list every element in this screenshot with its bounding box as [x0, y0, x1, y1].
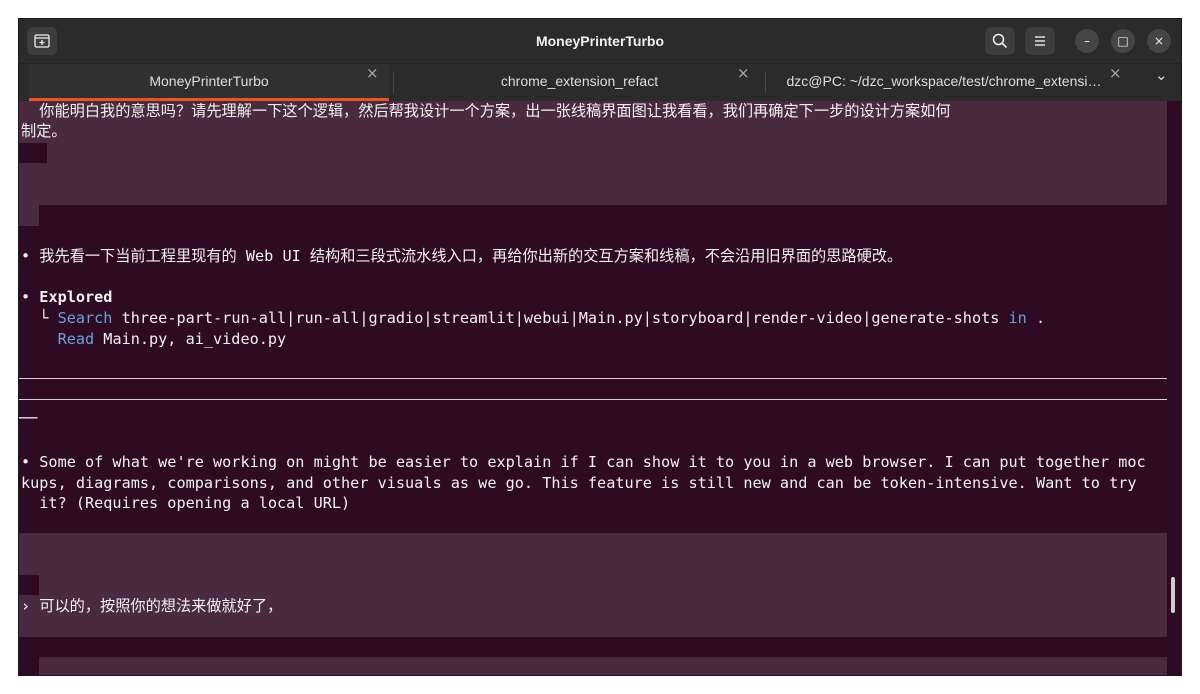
- tab-dzc-workspace[interactable]: dzc@PC: ~/dzc_workspace/test/chrome_exte…: [771, 64, 1117, 101]
- tab-bar: MoneyPrinterTurbo × chrome_extension_ref…: [19, 63, 1181, 101]
- minimize-icon: –: [1084, 34, 1090, 48]
- hamburger-menu-icon: [1035, 36, 1045, 46]
- user-message-block: [39, 657, 1167, 675]
- read-args: Main.py, ai_video.py: [94, 330, 287, 348]
- search-button[interactable]: [985, 27, 1015, 55]
- tab-divider: [393, 72, 394, 93]
- tab-close-icon[interactable]: ×: [1109, 64, 1122, 82]
- maximize-icon: □: [1117, 34, 1129, 48]
- tab-moneyprinterturbo[interactable]: MoneyPrinterTurbo: [29, 64, 389, 101]
- tab-label: MoneyPrinterTurbo: [149, 73, 269, 89]
- separator-fragment: ──: [19, 409, 38, 427]
- tab-chrome-extension-refact[interactable]: chrome_extension_refact: [397, 64, 762, 101]
- assistant-message: • 我先看一下当前工程里现有的 Web UI 结构和三段式流水线入口，再给你出新…: [21, 247, 903, 265]
- explored-line: • Explored: [21, 287, 112, 308]
- tab-close-icon[interactable]: ×: [737, 64, 750, 82]
- title-bar: MoneyPrinterTurbo – □ ×: [19, 19, 1181, 63]
- tab-overflow-chevron-down-icon[interactable]: ⌄: [1155, 66, 1168, 84]
- close-button[interactable]: ×: [1147, 29, 1171, 53]
- menu-button[interactable]: [1025, 27, 1055, 55]
- terminal-window: MoneyPrinterTurbo – □ × MoneyPrinterTurb: [18, 18, 1182, 676]
- read-line: Read Main.py, ai_video.py: [21, 329, 287, 350]
- search-args: three-part-run-all|run-all|gradio|stream…: [112, 309, 1009, 327]
- scrollbar-thumb[interactable]: [1171, 577, 1175, 613]
- tree-prefix: └: [21, 309, 58, 327]
- separator-rule: [19, 399, 1167, 400]
- minimize-button[interactable]: –: [1075, 29, 1099, 53]
- search-in-keyword: in: [1008, 309, 1027, 327]
- user-message-block: [47, 143, 1167, 163]
- assistant-message-line: • Some of what we're working on might be…: [21, 453, 1146, 471]
- tab-close-icon[interactable]: ×: [366, 64, 379, 82]
- user-message-block: [19, 205, 39, 226]
- search-icon: [992, 33, 1008, 49]
- user-message-line: › 可以的，按照你的想法来做就好了，: [21, 597, 283, 615]
- user-message-block: [19, 163, 1167, 205]
- user-message-line: 你能明白我的意思吗？请先理解一下这个逻辑，然后帮我设计一个方案，出一张线稿界面图…: [21, 102, 951, 120]
- assistant-message-line: it? (Requires opening a local URL): [21, 494, 351, 512]
- tab-divider: [765, 72, 766, 93]
- assistant-message-line: kups, diagrams, comparisons, and other v…: [21, 474, 1137, 492]
- explored-label: Explored: [39, 288, 113, 306]
- tab-label: chrome_extension_refact: [500, 73, 659, 89]
- tab-label: dzc@PC: ~/dzc_workspace/test/chrome_exte…: [786, 73, 1102, 89]
- read-keyword: Read: [57, 330, 95, 348]
- search-line: └ Search three-part-run-all|run-all|grad…: [21, 308, 1045, 329]
- user-message-block: [19, 533, 1167, 575]
- terminal-output[interactable]: 你能明白我的意思吗？请先理解一下这个逻辑，然后帮我设计一个方案，出一张线稿界面图…: [19, 101, 1181, 675]
- separator-rule: [19, 378, 1167, 379]
- bullet: •: [21, 288, 40, 306]
- user-message-block: [39, 575, 1167, 595]
- maximize-button[interactable]: □: [1111, 29, 1135, 53]
- close-icon: ×: [1153, 34, 1165, 48]
- search-keyword: Search: [57, 309, 113, 327]
- user-message-line: 制定。: [21, 122, 67, 140]
- search-dot: .: [1026, 309, 1046, 327]
